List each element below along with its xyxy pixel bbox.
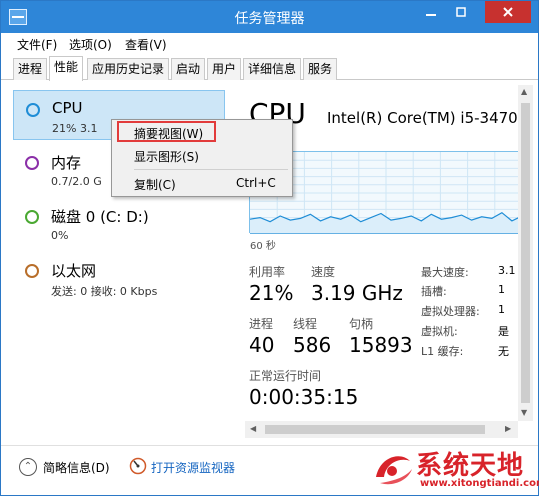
tab-startup[interactable]: 启动: [171, 58, 206, 80]
graph-time-label: 60 秒: [250, 241, 276, 252]
spec-value: 是: [498, 325, 509, 338]
disk-indicator-icon: [25, 210, 39, 224]
copy-shortcut: Ctrl+C: [236, 176, 276, 190]
scroll-up-icon[interactable]: ▲: [521, 87, 527, 96]
resource-summary: 21% 3.1: [52, 122, 98, 135]
scroll-left-icon[interactable]: ◀: [250, 424, 256, 433]
tab-processes[interactable]: 进程: [13, 58, 48, 80]
close-button[interactable]: [485, 1, 531, 23]
tab-services[interactable]: 服务: [303, 58, 338, 80]
maximize-button[interactable]: [448, 1, 474, 23]
spec-label: 虚拟机:: [421, 325, 458, 338]
spec-label: 插槽:: [421, 285, 447, 298]
watermark-swirl-icon: [376, 456, 412, 485]
menu-view[interactable]: 查看(V): [125, 36, 167, 53]
watermark-url: www.xitongtiandi.com: [420, 478, 539, 489]
handles-label: 句柄: [349, 317, 374, 331]
spec-value: 1: [498, 283, 505, 296]
horizontal-scroll-thumb[interactable]: [265, 425, 485, 434]
spec-value: 无: [498, 345, 509, 358]
spec-label: L1 缓存:: [421, 345, 464, 358]
minimize-icon: [426, 14, 436, 16]
tab-details[interactable]: 详细信息: [243, 58, 302, 80]
menu-options[interactable]: 选项(O): [69, 36, 112, 53]
vertical-scrollbar[interactable]: ▲ ▼: [518, 85, 533, 421]
resource-summary: 0.7/2.0 G: [51, 175, 102, 188]
menu-file[interactable]: 文件(F): [17, 36, 57, 53]
highlight-box: [117, 121, 216, 142]
tab-strip: 进程 性能 应用历史记录 启动 用户 详细信息 服务: [1, 54, 538, 81]
resource-name: CPU: [52, 99, 83, 117]
resource-disk[interactable]: 磁盘 0 (C: D:) 0%: [13, 198, 225, 248]
menu-bar: 文件(F) 选项(O) 查看(V): [1, 33, 538, 54]
spec-value: 1: [498, 303, 505, 316]
handles-value: 15893: [349, 333, 413, 357]
scroll-down-icon[interactable]: ▼: [521, 408, 527, 417]
horizontal-scrollbar[interactable]: ◀ ▶: [245, 421, 518, 438]
cpu-usage-line: [249, 211, 518, 235]
tab-app-history[interactable]: 应用历史记录: [87, 58, 170, 80]
spec-value: 3.1: [498, 264, 516, 277]
open-resource-monitor-link[interactable]: 打开资源监视器: [151, 459, 235, 476]
minimize-button[interactable]: [418, 1, 444, 23]
resource-summary: 发送: 0 接收: 0 Kbps: [51, 285, 158, 298]
title-bar[interactable]: 任务管理器: [1, 1, 538, 33]
utilization-label: 利用率: [249, 265, 286, 279]
speed-value: 3.19 GHz: [311, 281, 403, 305]
uptime-value: 0:00:35:15: [249, 385, 359, 409]
resource-ethernet[interactable]: 以太网 发送: 0 接收: 0 Kbps: [13, 252, 225, 302]
uptime-label: 正常运行时间: [249, 369, 322, 383]
spec-label: 最大速度:: [421, 266, 469, 279]
cpu-model-name: Intel(R) Core(TM) i5-3470: [327, 109, 518, 127]
threads-label: 线程: [293, 317, 318, 331]
resource-summary: 0%: [51, 229, 69, 242]
tab-performance[interactable]: 性能: [49, 56, 84, 81]
menu-item-copy[interactable]: 复制(C): [134, 176, 176, 193]
menu-item-show-graph[interactable]: 显示图形(S): [134, 148, 199, 165]
maximize-icon: [456, 7, 466, 17]
menu-separator: [134, 169, 288, 170]
watermark-text: 系统天地: [416, 451, 525, 481]
threads-value: 586: [293, 333, 332, 357]
vertical-scroll-thumb[interactable]: [521, 103, 530, 403]
speed-label: 速度: [311, 265, 336, 279]
memory-indicator-icon: [25, 156, 39, 170]
cpu-indicator-icon: [26, 103, 40, 117]
resource-name: 内存: [51, 154, 82, 172]
close-icon: [503, 7, 513, 17]
ethernet-indicator-icon: [25, 264, 39, 278]
spec-label: 虚拟处理器:: [421, 305, 480, 318]
resource-name: 以太网: [51, 262, 97, 280]
resource-name: 磁盘 0 (C: D:): [51, 208, 149, 226]
watermark-logo: 系统天地 www.xitongtiandi.com: [370, 445, 539, 493]
task-manager-window: 任务管理器 文件(F) 选项(O) 查看(V) 进程 性能 应用历史记录 启动 …: [0, 0, 539, 496]
processes-value: 40: [249, 333, 275, 357]
chevron-up-icon[interactable]: ⌃: [19, 458, 37, 476]
fewer-details-button[interactable]: 简略信息(D): [43, 459, 110, 476]
scroll-right-icon[interactable]: ▶: [505, 424, 511, 433]
tab-users[interactable]: 用户: [207, 58, 242, 80]
utilization-value: 21%: [249, 281, 294, 305]
processes-label: 进程: [249, 317, 274, 331]
resource-monitor-icon[interactable]: [129, 457, 147, 475]
